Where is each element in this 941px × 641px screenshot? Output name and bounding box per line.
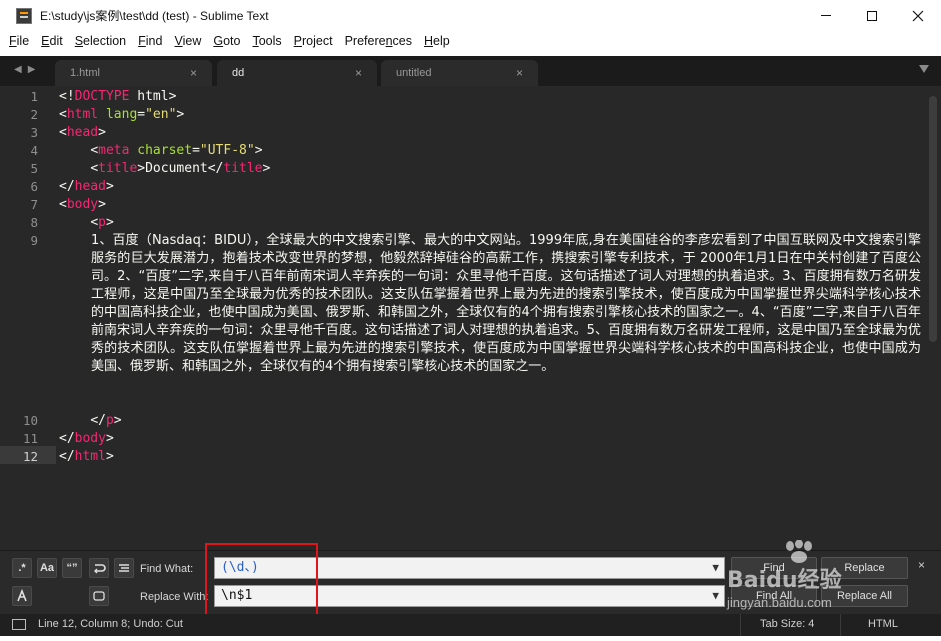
menu-help[interactable]: Help bbox=[424, 34, 450, 48]
tab-close-icon[interactable]: × bbox=[355, 60, 362, 86]
line-number: 8 bbox=[30, 215, 38, 230]
line-number: 4 bbox=[30, 143, 38, 158]
tab-close-icon[interactable]: × bbox=[190, 60, 197, 86]
code-line: <body> bbox=[59, 197, 106, 212]
close-icon bbox=[912, 10, 924, 21]
tab-label: 1.html bbox=[70, 67, 100, 79]
line-number: 10 bbox=[22, 413, 38, 428]
code-line: </p> bbox=[90, 413, 122, 428]
tab-size-indicator[interactable]: Tab Size: 4 bbox=[760, 618, 814, 630]
paragraph-text-line: 1、百度（Nasdaq：BIDU），全球最大的中文搜索引擎、最大的中文网站。19… bbox=[91, 233, 921, 374]
menu-bar: File Edit Selection Find View Goto Tools… bbox=[0, 31, 941, 51]
chevron-down-icon[interactable]: ▼ bbox=[712, 558, 719, 578]
code-line-current: </html> bbox=[59, 449, 114, 464]
line-number-gutter: 1 2 3 4 5 6 7 8 9 10 11 12 bbox=[0, 86, 48, 550]
minimize-button[interactable] bbox=[803, 0, 849, 31]
code-line: <title>Document</title> bbox=[90, 161, 271, 176]
tab-list-dropdown-icon[interactable] bbox=[919, 65, 929, 73]
status-divider bbox=[840, 614, 841, 636]
cursor-position: Line 12, Column 8; Undo: Cut bbox=[38, 618, 183, 630]
tab-bar: ◀▶ 1.html × dd × untitled × bbox=[0, 56, 941, 87]
menu-edit[interactable]: Edit bbox=[41, 34, 63, 48]
menu-find[interactable]: Find bbox=[138, 34, 162, 48]
in-selection-icon bbox=[119, 564, 129, 572]
window-bottom-border bbox=[0, 636, 941, 641]
whole-word-toggle[interactable]: “” bbox=[62, 558, 82, 578]
menu-preferences[interactable]: Preferences bbox=[345, 34, 412, 48]
line-number: 9 bbox=[30, 233, 38, 248]
code-line: <p> bbox=[90, 215, 114, 230]
preserve-case-icon bbox=[93, 591, 105, 601]
menu-tools[interactable]: Tools bbox=[252, 34, 281, 48]
code-line: </body> bbox=[59, 431, 114, 446]
line-number: 3 bbox=[30, 125, 38, 140]
sublime-app-icon bbox=[16, 7, 32, 24]
code-line: <!DOCTYPE html> bbox=[59, 89, 177, 104]
menu-view[interactable]: View bbox=[174, 34, 201, 48]
highlight-matches-toggle[interactable] bbox=[12, 586, 32, 606]
wrap-toggle[interactable] bbox=[89, 558, 109, 578]
replace-with-input[interactable]: \n$1 ▼ bbox=[214, 585, 725, 607]
highlight-matches-icon bbox=[17, 588, 27, 602]
status-divider bbox=[740, 614, 741, 636]
tab-dd[interactable]: dd × bbox=[217, 60, 377, 87]
find-what-input[interactable]: (\d、) ▼ bbox=[214, 557, 725, 579]
panel-close-icon[interactable]: × bbox=[918, 558, 925, 572]
editor-scrollbar[interactable] bbox=[929, 96, 937, 342]
preserve-case-toggle[interactable] bbox=[89, 586, 109, 606]
window-title: E:\study\js案例\test\dd (test) - Sublime T… bbox=[40, 9, 269, 23]
case-sensitive-toggle[interactable]: Aa bbox=[37, 558, 57, 578]
syntax-indicator[interactable]: HTML bbox=[868, 618, 898, 630]
line-number-current: 12 bbox=[22, 449, 38, 464]
find-all-button[interactable]: Find All bbox=[731, 585, 817, 607]
maximize-icon bbox=[867, 10, 877, 21]
line-number: 6 bbox=[30, 179, 38, 194]
find-what-label: Find What: bbox=[140, 563, 194, 575]
replace-with-label: Replace With: bbox=[140, 591, 209, 603]
minimize-icon bbox=[821, 15, 831, 16]
tab-nav-arrows-icon[interactable]: ◀▶ bbox=[14, 64, 41, 75]
title-bar: E:\study\js案例\test\dd (test) - Sublime T… bbox=[0, 0, 941, 31]
tab-close-icon[interactable]: × bbox=[516, 60, 523, 86]
in-selection-toggle[interactable] bbox=[114, 558, 134, 578]
menu-project[interactable]: Project bbox=[294, 34, 333, 48]
find-button[interactable]: Find bbox=[731, 557, 817, 579]
line-number: 5 bbox=[30, 161, 38, 176]
line-number: 1 bbox=[30, 89, 38, 104]
tab-label: untitled bbox=[396, 67, 432, 79]
menu-goto[interactable]: Goto bbox=[213, 34, 240, 48]
replace-all-button[interactable]: Replace All bbox=[821, 585, 908, 607]
tab-label: dd bbox=[232, 67, 245, 79]
wrap-icon bbox=[94, 564, 106, 574]
line-number: 11 bbox=[22, 431, 38, 446]
tab-untitled[interactable]: untitled × bbox=[381, 60, 538, 86]
replace-button[interactable]: Replace bbox=[821, 557, 908, 579]
panel-toggle-icon[interactable] bbox=[12, 619, 26, 630]
code-line: </head> bbox=[59, 179, 114, 194]
replace-with-value: \n$1 bbox=[221, 588, 253, 603]
chevron-down-icon[interactable]: ▼ bbox=[712, 586, 719, 606]
find-what-value: (\d、) bbox=[221, 560, 259, 575]
tab-1-html[interactable]: 1.html × bbox=[55, 60, 212, 86]
menu-file[interactable]: File bbox=[9, 34, 29, 48]
code-editor[interactable]: 1 2 3 4 5 6 7 8 9 10 11 12 <!DOCTYPE htm… bbox=[0, 86, 941, 550]
close-window-button[interactable] bbox=[895, 0, 941, 31]
code-line: <html lang="en"> bbox=[59, 107, 185, 122]
window-controls bbox=[803, 0, 941, 31]
maximize-button[interactable] bbox=[849, 0, 895, 31]
line-number: 7 bbox=[30, 197, 38, 212]
menu-selection[interactable]: Selection bbox=[75, 34, 126, 48]
code-line: <meta charset="UTF-8"> bbox=[90, 143, 263, 158]
status-bar: Line 12, Column 8; Undo: Cut Tab Size: 4… bbox=[0, 614, 941, 636]
line-number: 2 bbox=[30, 107, 38, 122]
code-line: <head> bbox=[59, 125, 106, 140]
find-replace-panel: .* Aa “” Find What: Replace With: (\d、) … bbox=[0, 550, 941, 614]
regex-toggle[interactable]: .* bbox=[12, 558, 32, 578]
code-text[interactable]: <!DOCTYPE html> <html lang="en"> <head> … bbox=[59, 88, 921, 466]
